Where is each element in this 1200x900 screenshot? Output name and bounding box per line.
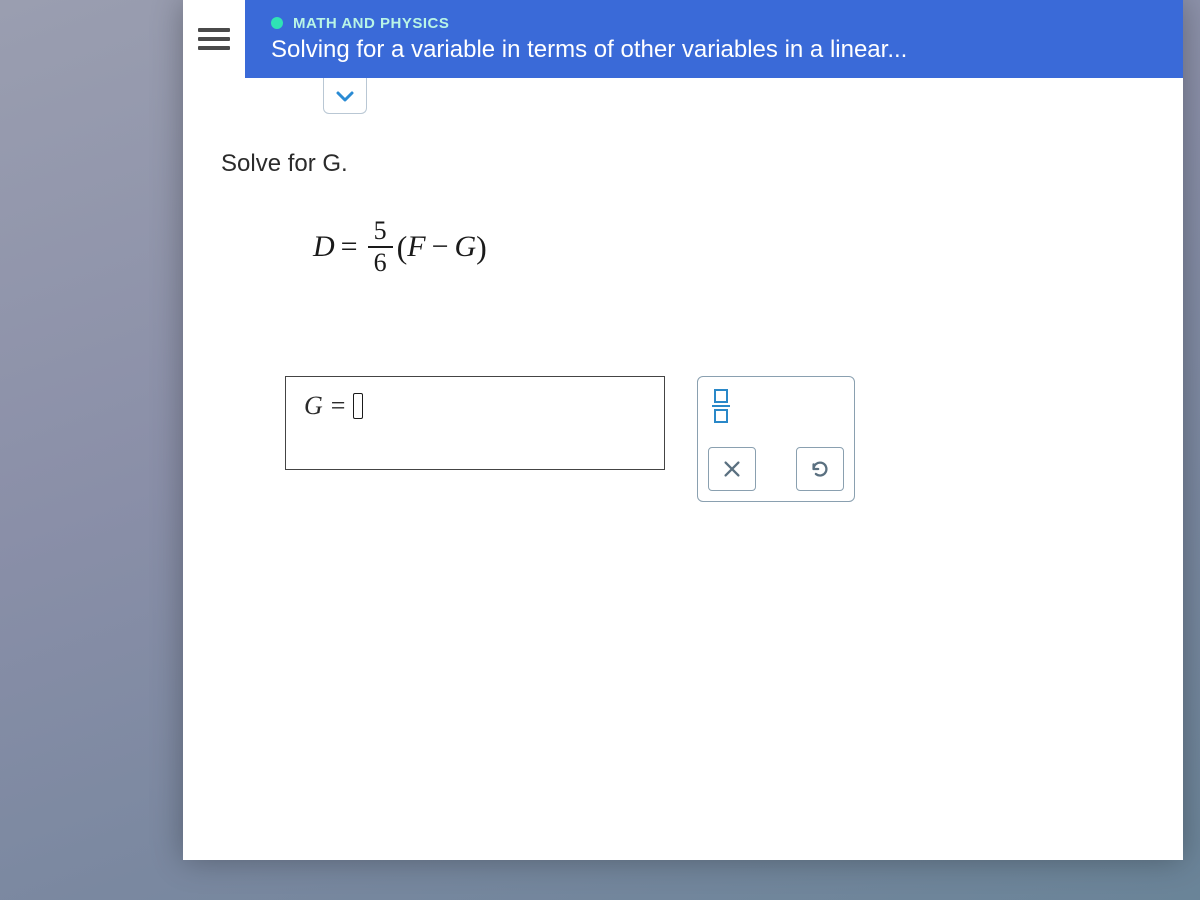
paren-right: ) xyxy=(476,229,487,266)
menu-button[interactable] xyxy=(183,0,245,78)
collapse-toggle[interactable] xyxy=(323,78,367,114)
category-label: MATH AND PHYSICS xyxy=(293,15,449,32)
problem-prompt: Solve for G. xyxy=(221,150,1153,178)
chevron-down-icon xyxy=(335,89,355,103)
equation-term2: G xyxy=(455,230,477,264)
content-area: Solve for G. D = 5 6 ( F − G ) G = xyxy=(183,78,1183,860)
fraction-tool-button[interactable] xyxy=(712,389,730,423)
minus-sign: − xyxy=(432,230,449,264)
fraction-icon-top xyxy=(714,389,728,403)
close-icon xyxy=(721,458,743,480)
app-window: MATH AND PHYSICS Solving for a variable … xyxy=(183,0,1183,860)
reset-button[interactable] xyxy=(796,447,844,491)
header-bar: MATH AND PHYSICS Solving for a variable … xyxy=(183,0,1183,78)
clear-button[interactable] xyxy=(708,447,756,491)
undo-icon xyxy=(809,458,831,480)
equation-lhs: D xyxy=(313,230,335,264)
input-cursor-icon xyxy=(353,393,363,419)
answer-equals: = xyxy=(331,391,346,421)
tool-panel xyxy=(697,376,855,502)
equals-sign: = xyxy=(341,230,358,264)
status-dot-icon xyxy=(271,17,283,29)
equation-term1: F xyxy=(407,230,425,264)
hamburger-icon xyxy=(198,23,230,55)
answer-variable: G xyxy=(304,391,323,421)
equation-display: D = 5 6 ( F − G ) xyxy=(313,218,1153,276)
fraction-denominator: 6 xyxy=(368,248,393,276)
fraction-numerator: 5 xyxy=(368,218,393,248)
fraction: 5 6 xyxy=(368,218,393,276)
fraction-icon-bar xyxy=(712,405,730,407)
paren-left: ( xyxy=(397,229,408,266)
lesson-title: Solving for a variable in terms of other… xyxy=(271,36,907,64)
answer-input[interactable]: G = xyxy=(285,376,665,470)
fraction-icon-bottom xyxy=(714,409,728,423)
